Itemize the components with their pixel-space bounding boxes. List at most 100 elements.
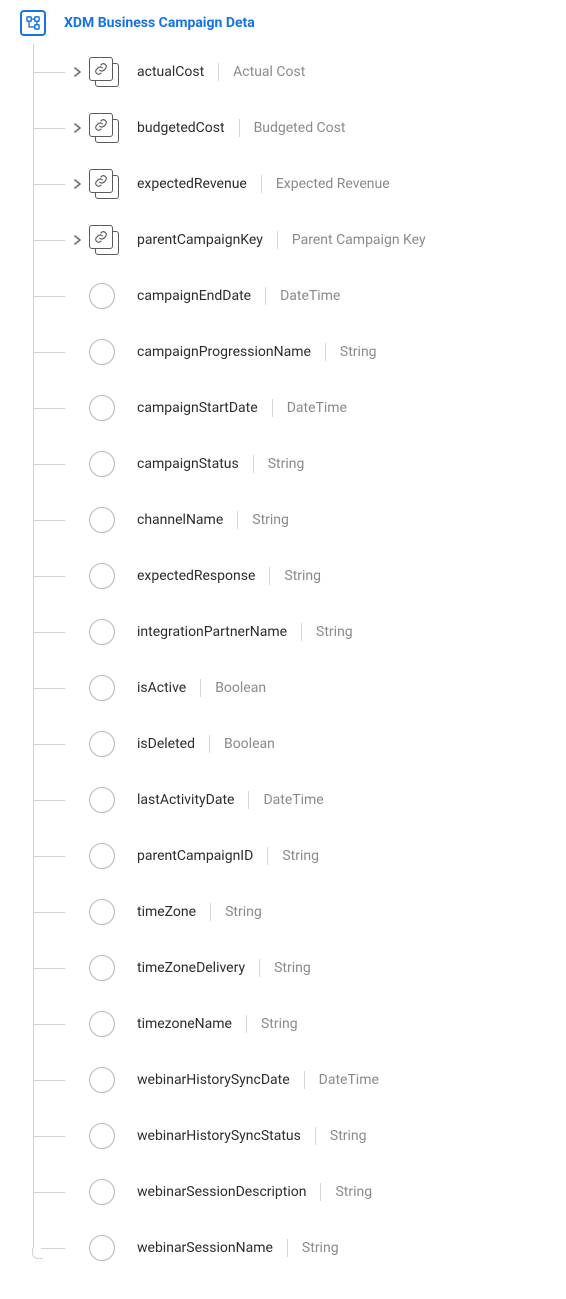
tree-node-object[interactable]: parentCampaignKeyParent Campaign Key xyxy=(33,212,556,268)
field-display-name: Budgeted Cost xyxy=(254,120,346,136)
field-circle-icon xyxy=(89,451,115,477)
node-labels: isDeletedBoolean xyxy=(137,735,275,753)
field-circle-icon xyxy=(89,563,115,589)
tree-node-field[interactable]: timezoneNameString xyxy=(33,996,556,1052)
tree-branch-line xyxy=(33,604,73,660)
object-link-icon xyxy=(89,225,119,255)
tree: actualCostActual Cost budgetedCost Budgete… xyxy=(33,44,556,1276)
node-labels: campaignProgressionNameString xyxy=(137,343,377,361)
label-divider xyxy=(210,903,211,921)
tree-node-field[interactable]: expectedResponseString xyxy=(33,548,556,604)
node-labels: webinarSessionDescriptionString xyxy=(137,1183,372,1201)
tree-branch-line xyxy=(33,212,73,268)
tree-branch-line xyxy=(33,940,73,996)
field-circle-icon xyxy=(89,731,115,757)
field-data-type: String xyxy=(335,1184,372,1200)
node-labels: timeZoneDelivery String xyxy=(137,959,311,977)
schema-header-row[interactable]: XDM Business Campaign Deta xyxy=(20,10,556,36)
tree-branch-line xyxy=(33,156,73,212)
object-link-icon xyxy=(89,113,119,143)
tree-node-field[interactable]: timeZone String xyxy=(33,884,556,940)
node-labels: webinarSessionNameString xyxy=(137,1239,339,1257)
label-divider xyxy=(218,63,219,81)
node-labels: expectedRevenueExpected Revenue xyxy=(137,175,390,193)
tree-node-object[interactable]: actualCostActual Cost xyxy=(33,44,556,100)
tree-node-field[interactable]: webinarHistorySyncDateDateTime xyxy=(33,1052,556,1108)
tree-node-field[interactable]: timeZoneDelivery String xyxy=(33,940,556,996)
label-divider xyxy=(269,567,270,585)
label-divider xyxy=(301,623,302,641)
tree-node-field[interactable]: campaignProgressionNameString xyxy=(33,324,556,380)
chevron-right-icon[interactable] xyxy=(73,123,83,133)
tree-node-field[interactable]: webinarSessionDescriptionString xyxy=(33,1164,556,1220)
field-technical-name: parentCampaignID xyxy=(137,848,253,864)
field-technical-name: timeZoneDelivery xyxy=(137,960,245,976)
node-labels: expectedResponseString xyxy=(137,567,321,585)
schema-icon xyxy=(20,10,46,36)
tree-branch-line xyxy=(33,44,73,100)
tree-node-field[interactable]: campaignEndDateDateTime xyxy=(33,268,556,324)
field-technical-name: campaignProgressionName xyxy=(137,344,311,360)
tree-branch-line xyxy=(33,660,73,716)
field-data-type: String xyxy=(316,624,353,640)
field-technical-name: timeZone xyxy=(137,904,196,920)
field-data-type: String xyxy=(274,960,311,976)
node-labels: campaignStatusString xyxy=(137,455,304,473)
node-labels: timeZone String xyxy=(137,903,262,921)
tree-node-field[interactable]: isActiveBoolean xyxy=(33,660,556,716)
field-data-type: String xyxy=(330,1128,367,1144)
label-divider xyxy=(304,1071,305,1089)
tree-node-object[interactable]: expectedRevenueExpected Revenue xyxy=(33,156,556,212)
tree-branch-line xyxy=(33,492,73,548)
tree-branch-line xyxy=(33,268,73,324)
tree-branch-line xyxy=(33,548,73,604)
field-circle-icon xyxy=(89,675,115,701)
field-technical-name: budgetedCost xyxy=(137,120,225,136)
field-technical-name: webinarHistorySyncStatus xyxy=(137,1128,301,1144)
node-labels: campaignEndDateDateTime xyxy=(137,287,340,305)
node-labels: lastActivityDateDateTime xyxy=(137,791,324,809)
tree-node-field[interactable]: isDeletedBoolean xyxy=(33,716,556,772)
tree-branch-line xyxy=(33,436,73,492)
tree-node-field[interactable]: integrationPartnerNameString xyxy=(33,604,556,660)
field-display-name: Expected Revenue xyxy=(276,176,390,192)
field-circle-icon xyxy=(89,283,115,309)
tree-node-object[interactable]: budgetedCost Budgeted Cost xyxy=(33,100,556,156)
label-divider xyxy=(320,1183,321,1201)
tree-node-field[interactable]: campaignStatusString xyxy=(33,436,556,492)
tree-node-field[interactable]: webinarSessionNameString xyxy=(33,1220,556,1276)
field-data-type: Boolean xyxy=(224,736,275,752)
label-divider xyxy=(248,791,249,809)
field-technical-name: lastActivityDate xyxy=(137,792,234,808)
field-circle-icon xyxy=(89,899,115,925)
tree-node-field[interactable]: webinarHistorySyncStatus String xyxy=(33,1108,556,1164)
tree-node-field[interactable]: lastActivityDateDateTime xyxy=(33,772,556,828)
field-technical-name: campaignEndDate xyxy=(137,288,251,304)
schema-tree: XDM Business Campaign Deta actualCostAct… xyxy=(0,0,566,1296)
tree-node-field[interactable]: campaignStartDateDateTime xyxy=(33,380,556,436)
chevron-right-icon[interactable] xyxy=(73,179,83,189)
object-link-icon xyxy=(89,57,119,87)
label-divider xyxy=(325,343,326,361)
label-divider xyxy=(253,455,254,473)
field-technical-name: parentCampaignKey xyxy=(137,232,263,248)
tree-branch-line xyxy=(33,828,73,884)
tree-branch-line xyxy=(33,996,73,1052)
chevron-right-icon[interactable] xyxy=(73,67,83,77)
label-divider xyxy=(209,735,210,753)
label-divider xyxy=(259,959,260,977)
node-labels: budgetedCost Budgeted Cost xyxy=(137,119,345,137)
label-divider xyxy=(239,119,240,137)
field-technical-name: channelName xyxy=(137,512,223,528)
tree-node-field[interactable]: parentCampaignIDString xyxy=(33,828,556,884)
field-display-name: Actual Cost xyxy=(233,64,305,80)
object-link-icon xyxy=(89,169,119,199)
tree-node-field[interactable]: channelNameString xyxy=(33,492,556,548)
tree-branch-line xyxy=(33,884,73,940)
chevron-right-icon[interactable] xyxy=(73,235,83,245)
node-labels: channelNameString xyxy=(137,511,289,529)
field-data-type: String xyxy=(225,904,262,920)
field-data-type: String xyxy=(284,568,321,584)
field-data-type: String xyxy=(261,1016,298,1032)
label-divider xyxy=(246,1015,247,1033)
